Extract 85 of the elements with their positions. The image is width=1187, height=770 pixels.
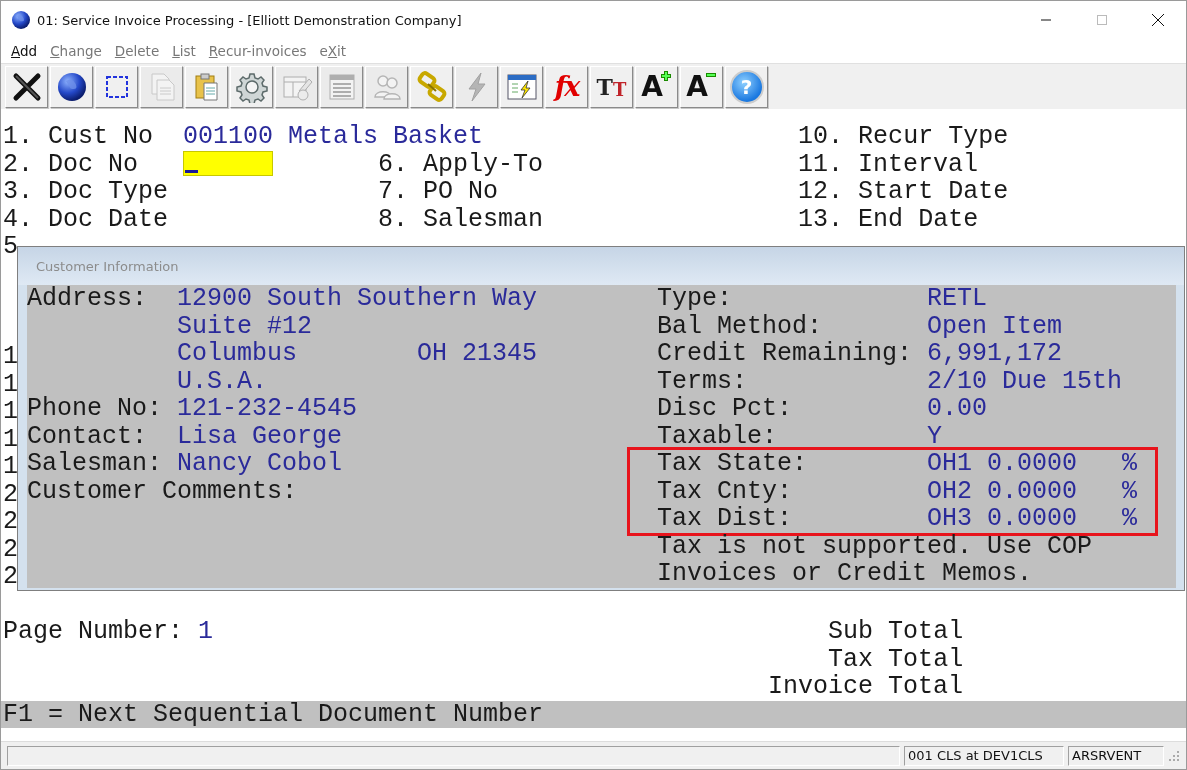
page-number-value: 1 xyxy=(198,617,214,646)
total-label: Tax Total xyxy=(828,644,964,674)
field-label: 2. Doc No xyxy=(3,149,139,179)
total-label: Invoice Total xyxy=(768,672,964,701)
field-label: 6. Apply-To xyxy=(378,149,544,179)
menu-item[interactable]: Add xyxy=(11,43,38,59)
window-title: 01: Service Invoice Processing - [Elliott Demonstration Company] xyxy=(37,12,463,28)
info-value: Suite #12 xyxy=(177,311,313,341)
function-icon: fx xyxy=(554,71,579,102)
info-label: Tax Dist: xyxy=(657,504,793,533)
info-value: OH3 0.0000 xyxy=(927,504,1078,533)
status-panel: ARSRVENT xyxy=(1068,745,1164,766)
info-label: Tax Cnty: xyxy=(657,476,793,506)
maximize-icon xyxy=(1096,14,1108,26)
info-value: 121-232-4545 xyxy=(177,394,358,423)
info-value: RETL xyxy=(927,284,988,313)
toolbar-button[interactable] xyxy=(95,65,138,108)
info-label: Address: xyxy=(27,284,148,313)
info-label: Disc Pct: xyxy=(657,394,793,423)
note-text: Tax is not supported. Use COP Invoices or Credit Memos. xyxy=(657,532,1094,588)
info-value: 6,991,172 xyxy=(927,339,1063,368)
field-label: 3. Doc Type xyxy=(3,177,169,206)
info-value: 0.00 xyxy=(927,394,988,423)
dialog-title: Customer Information xyxy=(36,258,179,274)
status-panel: 001 CLS at DEV1CLS xyxy=(904,745,1064,766)
field-label: 1. Cust No xyxy=(3,122,154,151)
field-label: 1 xyxy=(3,452,18,481)
field-label: 8. Salesman xyxy=(378,204,544,234)
field-label: 2 xyxy=(3,534,18,564)
info-value: Y xyxy=(927,421,943,451)
field-label: 13. End Date xyxy=(798,204,979,234)
globe-icon xyxy=(56,71,87,102)
info-value: OH 21345 xyxy=(417,339,538,368)
chain-icon xyxy=(415,70,448,103)
info-label: Credit Remaining: xyxy=(657,339,913,368)
hint-text: F1 = Next Sequential Document Number xyxy=(3,699,544,729)
field-label: 1 xyxy=(3,342,18,371)
percent-sign: % xyxy=(1122,504,1138,533)
field-label: 4. Doc Date xyxy=(3,204,169,234)
total-label: Sub Total xyxy=(828,617,964,646)
field-label: 10. Recur Type xyxy=(798,122,1009,151)
font-style-icon: TT xyxy=(596,73,627,100)
toolbar-button[interactable]: fx xyxy=(545,65,588,108)
info-label: Terms: xyxy=(657,366,747,396)
info-value: OH2 0.0000 xyxy=(927,476,1078,506)
globe-icon xyxy=(11,10,31,30)
info-value: Open Item xyxy=(927,311,1063,341)
info-label: Type: xyxy=(657,284,732,313)
info-value: Nancy Cobol xyxy=(177,449,343,478)
info-value: Lisa George xyxy=(177,421,343,451)
info-value: OH1 0.0000 xyxy=(927,449,1078,478)
field-label: 11. Interval xyxy=(798,149,979,179)
percent-sign: % xyxy=(1122,476,1138,506)
info-value: 2/10 Due 15th xyxy=(927,366,1123,396)
percent-sign: % xyxy=(1122,449,1138,478)
input-field[interactable] xyxy=(183,151,273,177)
field-label: 7. PO No xyxy=(378,177,499,206)
field-label: 1 xyxy=(3,369,18,399)
info-label: Contact: xyxy=(27,421,148,451)
field-label: 1 xyxy=(3,424,18,454)
field-label: 2 xyxy=(3,562,18,591)
toolbar-button[interactable] xyxy=(5,65,48,108)
close-icon xyxy=(1151,13,1165,27)
info-value: 12900 South Southern Way xyxy=(177,284,538,313)
info-value: Columbus xyxy=(177,339,298,368)
toolbar-button[interactable]: A xyxy=(635,65,678,108)
info-label: Customer Comments: xyxy=(27,476,298,506)
field-label: 12. Start Date xyxy=(798,177,1009,206)
page-number-label: Page Number: xyxy=(3,617,184,646)
resize-grip-icon xyxy=(1168,749,1180,762)
info-label: Tax State: xyxy=(657,449,808,478)
field-label: 5 xyxy=(3,232,18,261)
field-value: 001100 Metals Basket xyxy=(183,122,484,151)
toolbar-button[interactable]: A xyxy=(680,65,723,108)
info-value: U.S.A. xyxy=(177,366,268,396)
field-label: 2 xyxy=(3,479,18,509)
info-label: Bal Method: xyxy=(657,311,823,341)
toolbar-button[interactable]: TT xyxy=(590,65,633,108)
info-label: Salesman: xyxy=(27,449,163,478)
info-label: Taxable: xyxy=(657,421,778,451)
toolbar-button[interactable] xyxy=(50,65,93,108)
gear-icon xyxy=(235,70,268,103)
field-label: 1 xyxy=(3,397,18,426)
field-label: 2 xyxy=(3,507,18,536)
info-label: Phone No: xyxy=(27,394,163,423)
